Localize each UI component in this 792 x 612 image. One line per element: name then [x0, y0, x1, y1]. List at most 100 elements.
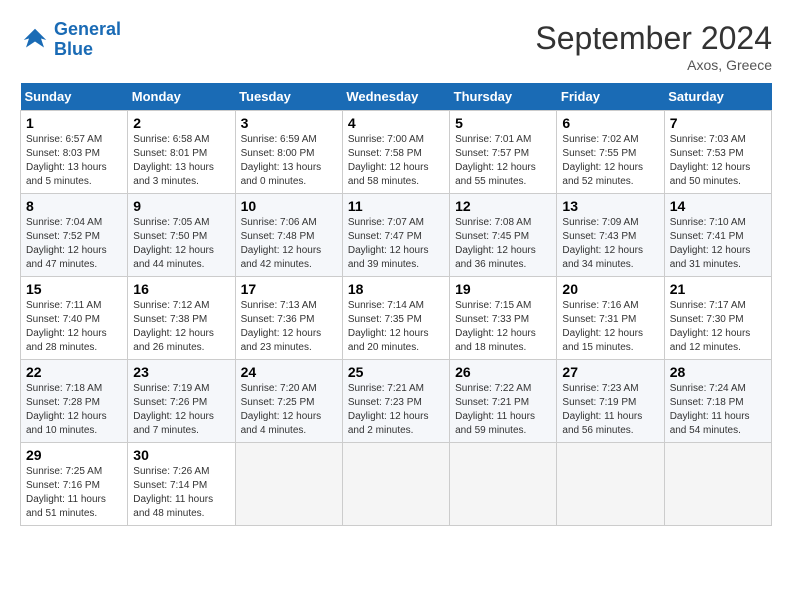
day-number: 3 — [241, 115, 337, 131]
calendar-week-row: 15 Sunrise: 7:11 AMSunset: 7:40 PMDayligh… — [21, 277, 772, 360]
calendar-table: SundayMondayTuesdayWednesdayThursdayFrid… — [20, 83, 772, 526]
weekday-header: Friday — [557, 83, 664, 111]
calendar-day-cell: 3 Sunrise: 6:59 AMSunset: 8:00 PMDaylight… — [235, 111, 342, 194]
location: Axos, Greece — [535, 57, 772, 73]
day-info: Sunrise: 7:04 AMSunset: 7:52 PMDaylight:… — [26, 216, 122, 272]
day-info: Sunrise: 7:03 AMSunset: 7:53 PMDaylight:… — [670, 133, 766, 189]
day-number: 1 — [26, 115, 122, 131]
day-number: 23 — [133, 364, 229, 380]
day-number: 16 — [133, 281, 229, 297]
day-number: 13 — [562, 198, 658, 214]
calendar-day-cell: 2 Sunrise: 6:58 AMSunset: 8:01 PMDaylight… — [128, 111, 235, 194]
day-info: Sunrise: 7:08 AMSunset: 7:45 PMDaylight:… — [455, 216, 551, 272]
calendar-day-cell: 4 Sunrise: 7:00 AMSunset: 7:58 PMDaylight… — [342, 111, 449, 194]
empty-cell — [664, 443, 771, 526]
day-info: Sunrise: 7:10 AMSunset: 7:41 PMDaylight:… — [670, 216, 766, 272]
day-number: 11 — [348, 198, 444, 214]
day-info: Sunrise: 7:05 AMSunset: 7:50 PMDaylight:… — [133, 216, 229, 272]
day-number: 29 — [26, 447, 122, 463]
calendar-day-cell: 1 Sunrise: 6:57 AMSunset: 8:03 PMDaylight… — [21, 111, 128, 194]
day-number: 26 — [455, 364, 551, 380]
weekday-header-row: SundayMondayTuesdayWednesdayThursdayFrid… — [21, 83, 772, 111]
day-number: 17 — [241, 281, 337, 297]
calendar-day-cell: 15 Sunrise: 7:11 AMSunset: 7:40 PMDayligh… — [21, 277, 128, 360]
day-info: Sunrise: 7:15 AMSunset: 7:33 PMDaylight:… — [455, 299, 551, 355]
calendar-day-cell: 7 Sunrise: 7:03 AMSunset: 7:53 PMDaylight… — [664, 111, 771, 194]
calendar-day-cell: 10 Sunrise: 7:06 AMSunset: 7:48 PMDayligh… — [235, 194, 342, 277]
day-info: Sunrise: 7:23 AMSunset: 7:19 PMDaylight:… — [562, 382, 658, 438]
day-number: 7 — [670, 115, 766, 131]
calendar-day-cell: 28 Sunrise: 7:24 AMSunset: 7:18 PMDayligh… — [664, 360, 771, 443]
day-info: Sunrise: 7:21 AMSunset: 7:23 PMDaylight:… — [348, 382, 444, 438]
calendar-day-cell: 25 Sunrise: 7:21 AMSunset: 7:23 PMDayligh… — [342, 360, 449, 443]
day-number: 27 — [562, 364, 658, 380]
day-info: Sunrise: 6:57 AMSunset: 8:03 PMDaylight:… — [26, 133, 122, 189]
calendar-day-cell: 18Sunrise: 7:14 AMSunset: 7:35 PMDayligh… — [342, 277, 449, 360]
calendar-day-cell: 6Sunrise: 7:02 AMSunset: 7:55 PMDaylight… — [557, 111, 664, 194]
day-number: 8 — [26, 198, 122, 214]
day-number: 2 — [133, 115, 229, 131]
day-info: Sunrise: 7:13 AMSunset: 7:36 PMDaylight:… — [241, 299, 337, 355]
weekday-header: Saturday — [664, 83, 771, 111]
day-number: 19 — [455, 281, 551, 297]
calendar-day-cell: 14Sunrise: 7:10 AMSunset: 7:41 PMDayligh… — [664, 194, 771, 277]
day-info: Sunrise: 7:20 AMSunset: 7:25 PMDaylight:… — [241, 382, 337, 438]
day-number: 15 — [26, 281, 122, 297]
day-number: 24 — [241, 364, 337, 380]
page-header: General Blue September 2024 Axos, Greece — [20, 20, 772, 73]
day-number: 4 — [348, 115, 444, 131]
calendar-day-cell: 9Sunrise: 7:05 AMSunset: 7:50 PMDaylight… — [128, 194, 235, 277]
day-info: Sunrise: 6:58 AMSunset: 8:01 PMDaylight:… — [133, 133, 229, 189]
calendar-week-row: 1 Sunrise: 6:57 AMSunset: 8:03 PMDaylight… — [21, 111, 772, 194]
day-info: Sunrise: 7:06 AMSunset: 7:48 PMDaylight:… — [241, 216, 337, 272]
logo-text: General Blue — [54, 20, 121, 60]
day-number: 5 — [455, 115, 551, 131]
day-info: Sunrise: 7:18 AMSunset: 7:28 PMDaylight:… — [26, 382, 122, 438]
day-number: 6 — [562, 115, 658, 131]
day-number: 12 — [455, 198, 551, 214]
day-info: Sunrise: 7:00 AMSunset: 7:58 PMDaylight:… — [348, 133, 444, 189]
calendar-day-cell: 23Sunrise: 7:19 AMSunset: 7:26 PMDayligh… — [128, 360, 235, 443]
day-number: 22 — [26, 364, 122, 380]
day-info: Sunrise: 7:24 AMSunset: 7:18 PMDaylight:… — [670, 382, 766, 438]
empty-cell — [450, 443, 557, 526]
day-info: Sunrise: 7:25 AMSunset: 7:16 PMDaylight:… — [26, 465, 122, 521]
day-info: Sunrise: 7:17 AMSunset: 7:30 PMDaylight:… — [670, 299, 766, 355]
weekday-header: Thursday — [450, 83, 557, 111]
empty-cell — [235, 443, 342, 526]
empty-cell — [342, 443, 449, 526]
day-number: 20 — [562, 281, 658, 297]
calendar-day-cell: 13 Sunrise: 7:09 AMSunset: 7:43 PMDayligh… — [557, 194, 664, 277]
logo: General Blue — [20, 20, 121, 60]
calendar-day-cell: 12 Sunrise: 7:08 AMSunset: 7:45 PMDayligh… — [450, 194, 557, 277]
day-info: Sunrise: 7:01 AMSunset: 7:57 PMDaylight:… — [455, 133, 551, 189]
calendar-day-cell: 5 Sunrise: 7:01 AMSunset: 7:57 PMDaylight… — [450, 111, 557, 194]
calendar-day-cell: 22 Sunrise: 7:18 AMSunset: 7:28 PMDayligh… — [21, 360, 128, 443]
day-info: Sunrise: 7:09 AMSunset: 7:43 PMDaylight:… — [562, 216, 658, 272]
title-block: September 2024 Axos, Greece — [535, 20, 772, 73]
day-info: Sunrise: 7:07 AMSunset: 7:47 PMDaylight:… — [348, 216, 444, 272]
day-info: Sunrise: 7:12 AMSunset: 7:38 PMDaylight:… — [133, 299, 229, 355]
weekday-header: Monday — [128, 83, 235, 111]
day-info: Sunrise: 7:11 AMSunset: 7:40 PMDaylight:… — [26, 299, 122, 355]
day-info: Sunrise: 7:26 AMSunset: 7:14 PMDaylight:… — [133, 465, 229, 521]
weekday-header: Tuesday — [235, 83, 342, 111]
calendar-week-row: 29 Sunrise: 7:25 AMSunset: 7:16 PMDayligh… — [21, 443, 772, 526]
day-info: Sunrise: 7:22 AMSunset: 7:21 PMDaylight:… — [455, 382, 551, 438]
calendar-day-cell: 29 Sunrise: 7:25 AMSunset: 7:16 PMDayligh… — [21, 443, 128, 526]
weekday-header: Wednesday — [342, 83, 449, 111]
month-title: September 2024 — [535, 20, 772, 57]
day-number: 21 — [670, 281, 766, 297]
day-info: Sunrise: 7:16 AMSunset: 7:31 PMDaylight:… — [562, 299, 658, 355]
day-info: Sunrise: 6:59 AMSunset: 8:00 PMDaylight:… — [241, 133, 337, 189]
calendar-day-cell: 11 Sunrise: 7:07 AMSunset: 7:47 PMDayligh… — [342, 194, 449, 277]
day-number: 10 — [241, 198, 337, 214]
day-number: 18 — [348, 281, 444, 297]
day-number: 28 — [670, 364, 766, 380]
day-number: 25 — [348, 364, 444, 380]
calendar-day-cell: 26 Sunrise: 7:22 AMSunset: 7:21 PMDayligh… — [450, 360, 557, 443]
calendar-day-cell: 17 Sunrise: 7:13 AMSunset: 7:36 PMDayligh… — [235, 277, 342, 360]
logo-icon — [20, 25, 50, 55]
calendar-day-cell: 24 Sunrise: 7:20 AMSunset: 7:25 PMDayligh… — [235, 360, 342, 443]
calendar-day-cell: 27 Sunrise: 7:23 AMSunset: 7:19 PMDayligh… — [557, 360, 664, 443]
